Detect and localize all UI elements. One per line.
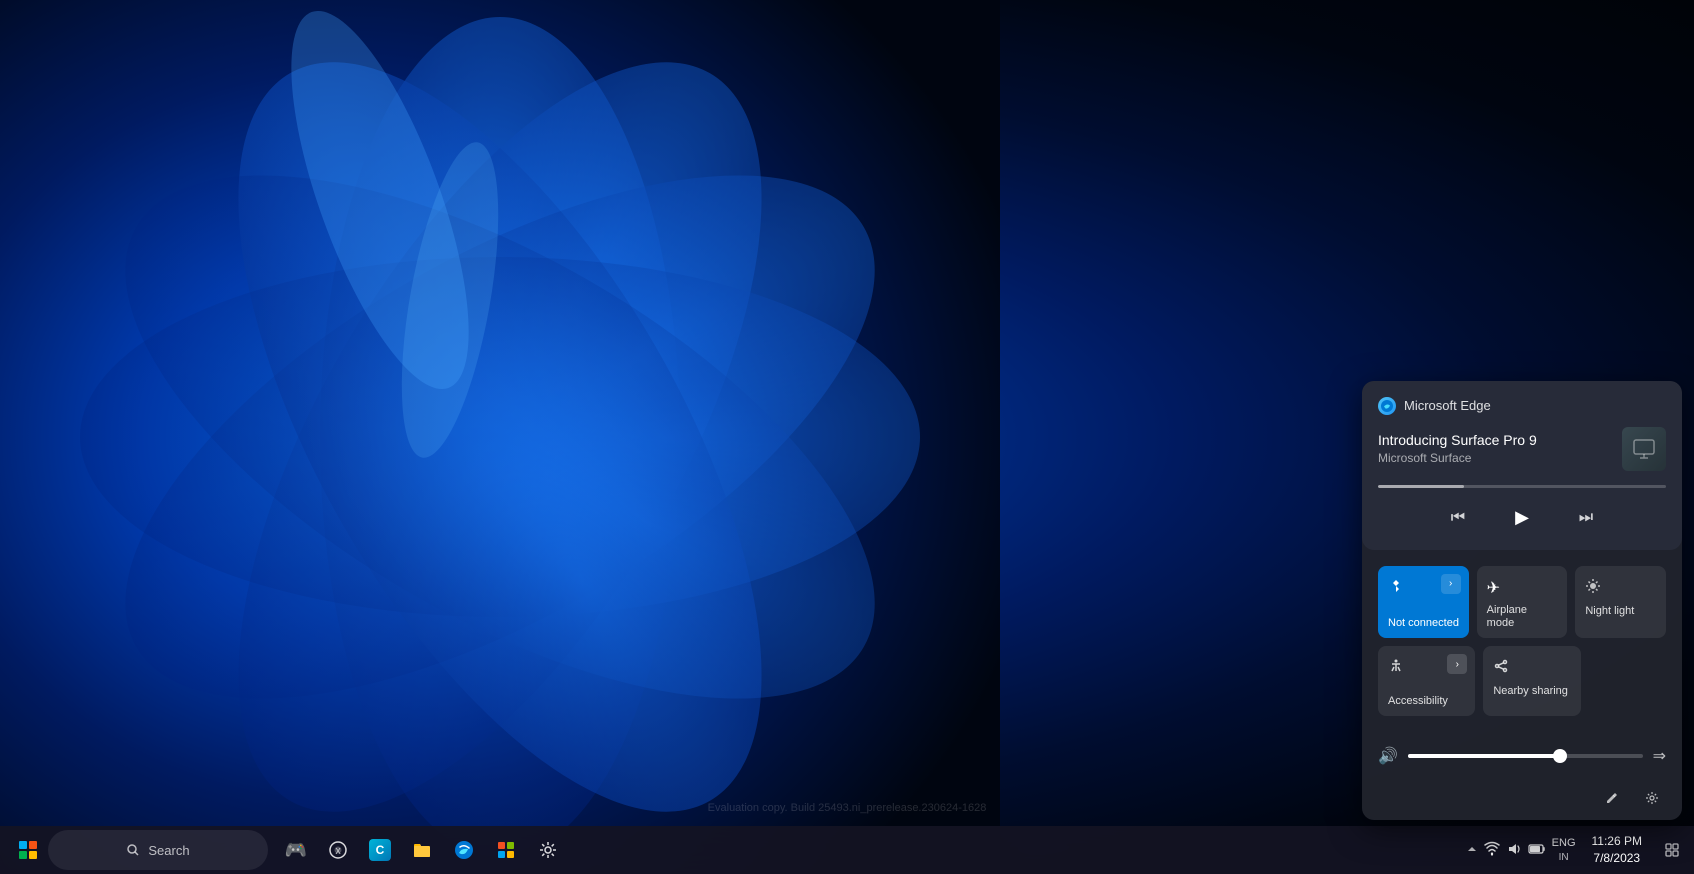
volume-icon: 🔊: [1378, 746, 1398, 766]
edge-icon: [1378, 397, 1396, 415]
night-light-toggle[interactable]: Night light: [1575, 566, 1666, 638]
quick-settings-panel: Microsoft Edge Introducing Surface Pro 9…: [1362, 381, 1682, 820]
folder-icon: [412, 840, 432, 860]
notifications-button[interactable]: [1658, 836, 1686, 864]
start-button[interactable]: [8, 830, 48, 870]
bluetooth-chevron[interactable]: ›: [1441, 574, 1461, 594]
clock-date: 7/8/2023: [1593, 850, 1640, 867]
volume-slider-fill: [1408, 754, 1561, 758]
accessibility-label: Accessibility: [1388, 695, 1448, 708]
taskbar-right: ENG IN 11:26 PM 7/8/2023: [1466, 833, 1686, 867]
edge-taskbar-icon: [454, 840, 474, 860]
network-icon[interactable]: [1484, 841, 1500, 860]
bluetooth-icon: [1388, 578, 1404, 599]
taskbar-store[interactable]: [486, 830, 526, 870]
search-button[interactable]: Search: [48, 830, 268, 870]
windows-logo: [19, 841, 37, 859]
taskbar-file-explorer[interactable]: [402, 830, 442, 870]
empty-toggle-placeholder: [1589, 646, 1666, 716]
settings-button[interactable]: [1638, 784, 1666, 812]
accessibility-toggle[interactable]: › Accessibility: [1378, 646, 1475, 716]
volume-expand-button[interactable]: ⇒: [1653, 746, 1666, 766]
media-subtitle: Microsoft Surface: [1378, 451, 1622, 465]
media-play-button[interactable]: ▶: [1506, 502, 1538, 534]
media-title: Introducing Surface Pro 9: [1378, 432, 1622, 448]
desktop: Evaluation copy. Build 25493.ni_prerelea…: [0, 0, 1694, 874]
taskbar-clipchamp[interactable]: C: [360, 830, 400, 870]
nearby-sharing-toggle[interactable]: Nearby sharing: [1483, 646, 1580, 716]
media-prev-button[interactable]: ⏮: [1442, 502, 1474, 534]
svg-text:X: X: [335, 847, 341, 856]
taskbar-xbox-gamebar[interactable]: 🎮: [276, 830, 316, 870]
search-label: Search: [148, 843, 189, 858]
accessibility-chevron[interactable]: ›: [1447, 654, 1467, 674]
airplane-icon: ✈: [1487, 578, 1500, 598]
media-thumbnail: [1622, 427, 1666, 471]
night-light-icon: [1585, 578, 1601, 599]
media-controls: ⏮ ▶ ⏭: [1378, 502, 1666, 534]
clock[interactable]: 11:26 PM 7/8/2023: [1584, 833, 1650, 867]
systray-expand-button[interactable]: [1466, 843, 1478, 858]
taskbar: Search 🎮 X C: [0, 826, 1694, 874]
accessibility-icon: [1388, 658, 1404, 679]
toggle-row-1: › Not connected ✈ Airplane mode: [1378, 566, 1666, 638]
taskbar-edge[interactable]: [444, 830, 484, 870]
nearby-sharing-label: Nearby sharing: [1493, 685, 1568, 698]
bluetooth-label: Not connected: [1388, 617, 1459, 630]
clock-time: 11:26 PM: [1592, 833, 1642, 850]
settings-taskbar-icon: [538, 840, 558, 860]
search-icon: [126, 843, 140, 857]
media-next-button[interactable]: ⏭: [1570, 502, 1602, 534]
volume-slider[interactable]: [1408, 754, 1643, 758]
wallpaper: [0, 0, 1000, 874]
media-text: Introducing Surface Pro 9 Microsoft Surf…: [1378, 432, 1622, 465]
systray: ENG IN: [1466, 836, 1576, 865]
media-source-label: Microsoft Edge: [1404, 398, 1491, 413]
airplane-label: Airplane mode: [1487, 604, 1558, 630]
quick-toggles: › Not connected ✈ Airplane mode: [1362, 554, 1682, 736]
battery-icon[interactable]: [1528, 843, 1546, 858]
edit-quick-settings-button[interactable]: [1598, 784, 1626, 812]
nearby-sharing-icon: [1493, 658, 1509, 679]
media-info: Introducing Surface Pro 9 Microsoft Surf…: [1378, 427, 1666, 471]
night-light-label: Night light: [1585, 605, 1634, 618]
taskbar-settings[interactable]: [528, 830, 568, 870]
volume-row: 🔊 ⇒: [1362, 736, 1682, 776]
media-source: Microsoft Edge: [1378, 397, 1666, 415]
media-progress-bar[interactable]: [1378, 485, 1666, 488]
store-icon: [496, 840, 516, 860]
airplane-toggle[interactable]: ✈ Airplane mode: [1477, 566, 1568, 638]
taskbar-center: 🎮 X C: [276, 830, 568, 870]
media-player: Microsoft Edge Introducing Surface Pro 9…: [1362, 381, 1682, 550]
language-indicator[interactable]: ENG IN: [1552, 836, 1576, 865]
media-progress-fill: [1378, 485, 1464, 488]
bluetooth-toggle[interactable]: › Not connected: [1378, 566, 1469, 638]
toggle-row-2: › Accessibility Nea: [1378, 646, 1666, 716]
panel-footer: [1362, 776, 1682, 820]
speaker-icon[interactable]: [1506, 841, 1522, 860]
taskbar-xbox-button[interactable]: X: [318, 830, 358, 870]
volume-slider-thumb[interactable]: [1553, 749, 1567, 763]
